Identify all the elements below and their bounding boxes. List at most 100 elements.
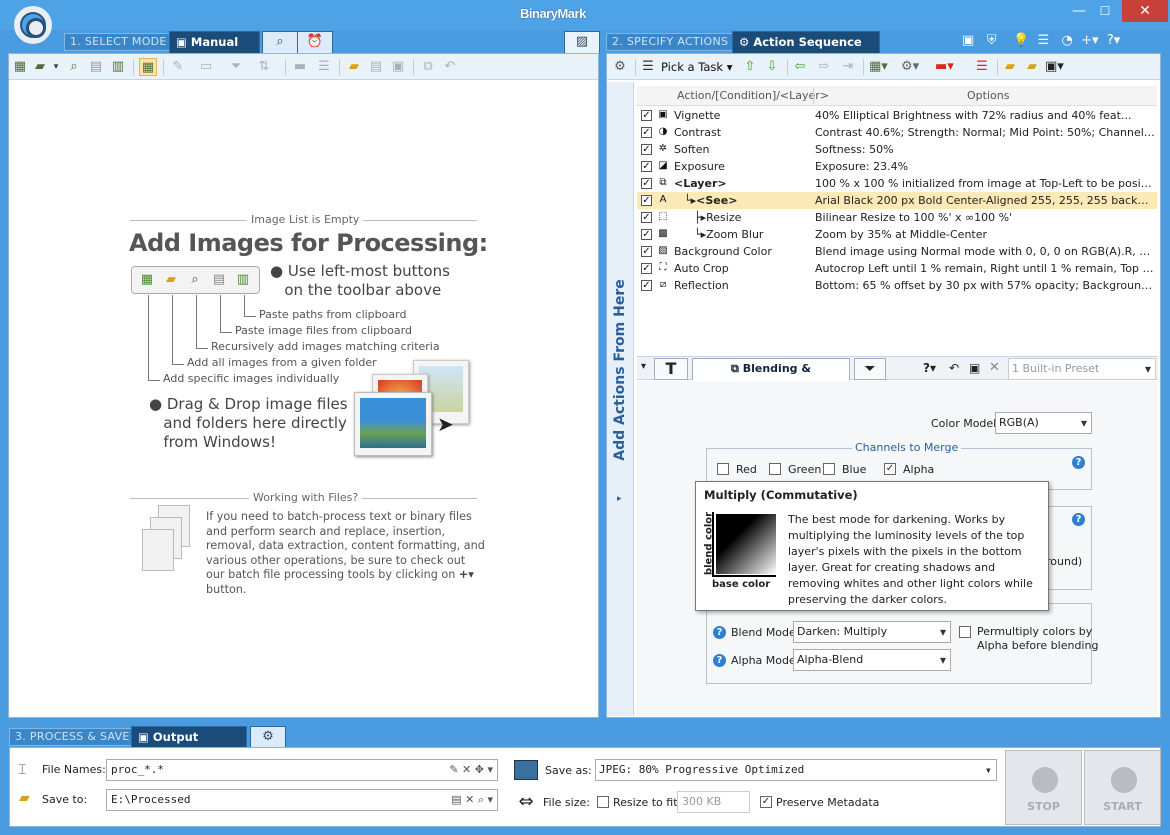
edit-icon[interactable]: ✎ [169, 58, 187, 76]
plus-menu-icon[interactable]: +▾ [1081, 33, 1098, 48]
sequence-row[interactable]: ✓ ⧉ <Layer> 100 % x 100 % initialized from … [637, 175, 1157, 192]
col-options-header[interactable]: Options [967, 89, 1009, 102]
tab-manual[interactable]: ▣ Manual (0) [169, 31, 260, 69]
save-list-as-icon[interactable]: ▤ [367, 58, 385, 76]
add-action-icon[interactable]: ▦▾ [869, 58, 888, 76]
sequence-row[interactable]: ✓ ✲ Soften Softness: 50% [637, 141, 1157, 158]
permultiply-checkbox[interactable] [959, 626, 971, 638]
sequence-row[interactable]: ✓ ⧄ Reflection Bottom: 65 % offset by 30 px… [637, 277, 1157, 294]
field-actions-icon[interactable]: ▤ ✕ ⌕ ▾ [451, 790, 493, 810]
stop-button[interactable]: STOP [1005, 750, 1082, 825]
sort-icon[interactable]: ⇅ [255, 58, 273, 76]
console-icon[interactable]: ▣ [962, 33, 974, 48]
add-from-file-icon[interactable]: ▰ [1023, 58, 1041, 76]
close-button[interactable]: ✕ [1122, 0, 1168, 22]
outdent-icon[interactable]: ⇦ [791, 58, 809, 76]
row-enabled-checkbox[interactable]: ✓ [641, 110, 652, 121]
reset-icon[interactable]: ↶ [949, 361, 959, 375]
row-enabled-checkbox[interactable]: ✓ [641, 127, 652, 138]
help-icon[interactable]: ? [1072, 456, 1085, 469]
col-action-header[interactable]: Action/[Condition]/<Layer> [677, 89, 829, 102]
feed-icon[interactable]: ◔ [1062, 33, 1073, 48]
lightbulb-icon[interactable]: 💡 [1013, 33, 1029, 48]
row-enabled-checkbox[interactable]: ✓ [641, 263, 652, 274]
row-enabled-checkbox[interactable]: ✓ [641, 212, 652, 223]
image-preview-button[interactable]: ▨ [564, 31, 600, 53]
collapse-arrow-icon[interactable]: ▾ [641, 361, 646, 372]
sequence-row[interactable]: ✓ ▨ Background Color Blend image using Norm… [637, 243, 1157, 260]
help-icon[interactable]: ? [713, 654, 726, 667]
add-images-icon[interactable]: ▦ [11, 58, 29, 76]
add-folder-dropdown-icon[interactable]: ▾ [51, 58, 61, 76]
row-enabled-checkbox[interactable]: ✓ [641, 229, 652, 240]
tab-filter[interactable]: ⏷ [854, 358, 886, 380]
collapse-icon[interactable]: ▬ [291, 58, 309, 76]
channel-checkbox[interactable] [823, 463, 835, 475]
open-list-icon[interactable]: ▰ [345, 58, 363, 76]
maximize-button[interactable]: ☐ [1094, 0, 1116, 22]
save-sequence-icon[interactable]: ▣▾ [1045, 58, 1064, 76]
channel-checkbox[interactable]: ✓ [884, 463, 896, 475]
help-icon[interactable]: ? [1072, 513, 1085, 526]
row-enabled-checkbox[interactable]: ✓ [641, 280, 652, 291]
sequence-row[interactable]: ✓ ◑ Contrast Contrast 40.6%; Strength: Norm… [637, 124, 1157, 141]
row-enabled-checkbox[interactable]: ✓ [641, 246, 652, 257]
move-up-icon[interactable]: ⇧ [741, 58, 759, 76]
tab-action-sequence[interactable]: ⚙ Action Sequence (11) [732, 31, 880, 69]
list-icon[interactable]: ☰ [315, 58, 333, 76]
preserve-metadata-checkbox[interactable]: ✓ [760, 796, 772, 808]
file-names-input[interactable]: proc_*.* ✎ ✕ ✥ ▾ [106, 759, 498, 781]
preset-dropdown[interactable]: 1 Built-in Preset [1008, 358, 1156, 380]
thumbnail-view-icon[interactable]: ▦ [139, 58, 157, 76]
channel-checkbox[interactable] [717, 463, 729, 475]
checklist-icon[interactable]: ☰ [639, 58, 657, 76]
save-to-input[interactable]: E:\Processed ▤ ✕ ⌕ ▾ [106, 789, 498, 811]
checklist-icon[interactable]: ☰ [1037, 33, 1049, 48]
shield-icon[interactable]: ⛨ [987, 33, 997, 48]
row-enabled-checkbox[interactable]: ✓ [641, 195, 652, 206]
save-list-icon[interactable]: ▣ [389, 58, 407, 76]
add-condition-icon[interactable]: ⚙▾ [901, 58, 919, 76]
clear-all-icon[interactable]: ☰ [973, 58, 991, 76]
sequence-row[interactable]: ✓ ▩ └▸Zoom Blur Zoom by 35% at Middle-Cente… [637, 226, 1157, 243]
tab-advanced-settings[interactable]: ⚙ [250, 726, 286, 748]
tab-scheduled-mode[interactable]: ⏰ [297, 31, 333, 53]
remove-action-icon[interactable]: ▬▾ [935, 58, 954, 76]
row-enabled-checkbox[interactable]: ✓ [641, 178, 652, 189]
help-circle-icon[interactable]: ?▾ [923, 361, 936, 375]
sequence-row[interactable]: ✓ ▣ Vignette 40% Elliptical Brightness with… [637, 107, 1157, 124]
row-enabled-checkbox[interactable]: ✓ [641, 144, 652, 155]
filter-icon[interactable]: ⏷ [227, 58, 245, 76]
recursive-add-icon[interactable]: ⌕ [65, 58, 83, 76]
delete-preset-icon[interactable]: ✕ [989, 360, 1000, 375]
tab-text[interactable]: T [654, 358, 688, 380]
resize-size-input[interactable]: 300 KB [677, 791, 750, 813]
sequence-row[interactable]: ✓ ⛶ Auto Crop Autocrop Left until 1 % remai… [637, 260, 1157, 277]
blend-mode-dropdown[interactable]: Darken: Multiply [793, 621, 951, 643]
remove-icon[interactable]: ▭ [197, 58, 215, 76]
paste-files-icon[interactable]: ▤ [87, 58, 105, 76]
copy-icon[interactable]: ⧉ [419, 58, 437, 76]
save-preset-icon[interactable]: ▣ [969, 361, 980, 375]
help-icon[interactable]: ? [713, 626, 726, 639]
tab-blending[interactable]: ⧉ Blending & Compositing [692, 358, 850, 395]
tab-output-settings[interactable]: ▣ Output Settings [131, 726, 247, 764]
indent-icon[interactable]: ⇨ [815, 58, 833, 76]
pick-task-button[interactable]: Pick a Task ▾ [661, 60, 732, 74]
help-menu-icon[interactable]: ?▾ [1107, 33, 1120, 48]
sequence-row[interactable]: ✓ A └▸<See> Arial Black 200 px Bold Center-… [637, 192, 1157, 209]
add-actions-sidebar[interactable]: ▸ Add Actions From Here ▸ [607, 82, 634, 716]
alpha-mode-dropdown[interactable]: Alpha-Blend [793, 649, 951, 671]
resize-to-fit-checkbox[interactable] [597, 796, 609, 808]
save-as-dropdown[interactable]: JPEG: 80% Progressive Optimized [595, 759, 997, 781]
sequence-row[interactable]: ✓ ◪ Exposure Exposure: 23.4% [637, 158, 1157, 175]
row-enabled-checkbox[interactable]: ✓ [641, 161, 652, 172]
open-sequence-icon[interactable]: ▰ [1001, 58, 1019, 76]
indent-more-icon[interactable]: ⇥ [839, 58, 857, 76]
paste-paths-icon[interactable]: ▥ [109, 58, 127, 76]
settings-gear-icon[interactable] [14, 6, 52, 44]
color-model-dropdown[interactable]: RGB(A) [995, 412, 1092, 434]
tab-folder-mode[interactable]: ⌕ [262, 31, 298, 53]
process-icon[interactable]: ⚙ [611, 58, 629, 76]
sequence-row[interactable]: ✓ ⬚ ├▸Resize Bilinear Resize to 100 %' x ∞1… [637, 209, 1157, 226]
